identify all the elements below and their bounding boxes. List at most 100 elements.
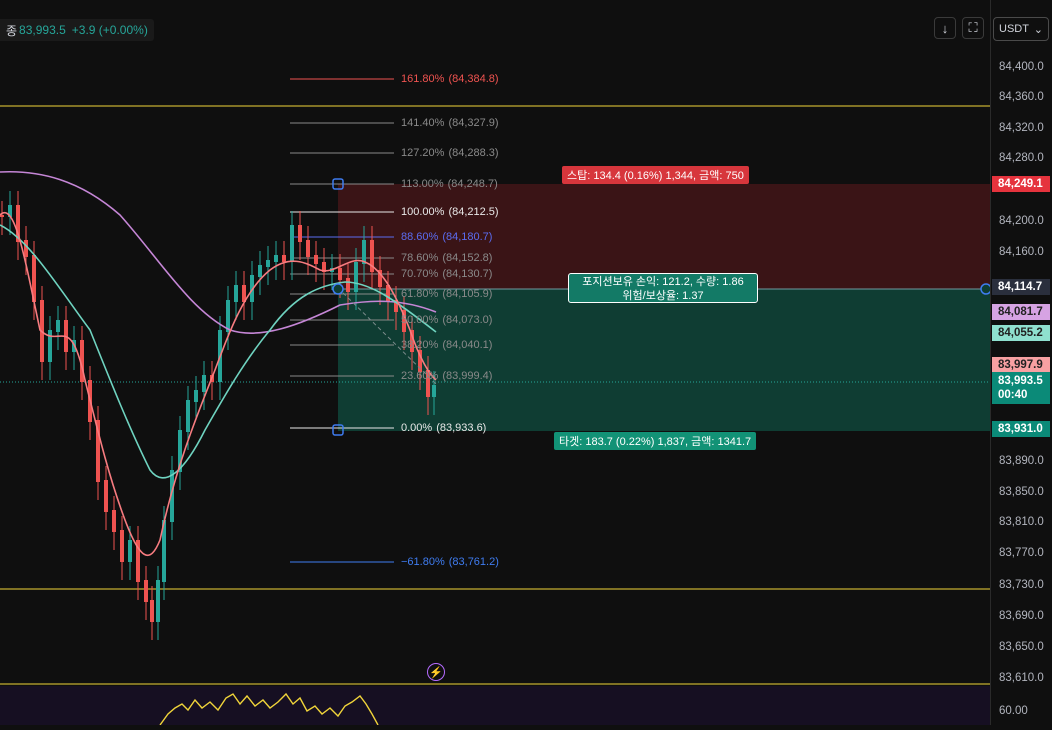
fib-price: (84,212.5): [448, 206, 499, 218]
ma-teal-price-label: 84,055.2: [992, 325, 1050, 341]
fib-pct: 23.60%: [401, 370, 439, 382]
price-tick: 83,690.0: [999, 610, 1044, 622]
fib-level-label: 70.70% (84,130.7): [401, 268, 492, 280]
candle-body: [314, 255, 318, 264]
candle-body: [56, 320, 60, 332]
fullscreen-icon[interactable]: ⛶: [962, 17, 984, 39]
price-chart[interactable]: [0, 0, 990, 725]
close-label: 종: [6, 23, 18, 38]
candle-body: [306, 240, 310, 257]
candle-body: [144, 580, 148, 602]
fib-pct: −61.80%: [401, 556, 445, 568]
stop-label[interactable]: 스탑: 134.4 (0.16%) 1,344, 금액: 750: [562, 166, 749, 184]
candle-body: [290, 225, 294, 262]
last-price-value-axis: 83,993.5: [998, 375, 1043, 387]
fib-price: (83,761.2): [448, 556, 499, 568]
price-tick: 83,610.0: [999, 672, 1044, 684]
candle-body: [226, 300, 230, 332]
candle-body: [258, 265, 262, 277]
candle-body: [24, 240, 28, 257]
position-summary-box[interactable]: 포지션보유 손익: 121.2, 수량: 1.86 위험/보상율: 1.37: [568, 273, 758, 303]
price-tick: 84,400.0: [999, 61, 1044, 73]
download-icon[interactable]: ↓: [934, 17, 956, 39]
candle-body: [266, 260, 270, 267]
fib-level-label: 38.20% (84,040.1): [401, 339, 492, 351]
candle-body: [346, 278, 350, 292]
fib-level-label: 88.60% (84,180.7): [401, 231, 492, 243]
fib-price: (84,130.7): [442, 268, 493, 280]
fib-level-label: 141.40% (84,327.9): [401, 117, 499, 129]
fib-price: (84,105.9): [442, 288, 493, 300]
fib-price: (84,327.9): [448, 117, 499, 129]
candle-body: [274, 255, 278, 262]
price-tick: 84,160.0: [999, 246, 1044, 258]
fib-pct: 161.80%: [401, 73, 445, 85]
price-tick: 83,650.0: [999, 641, 1044, 653]
pnl-line: 포지션보유 손익: 121.2, 수량: 1.86: [582, 276, 744, 288]
risk-reward-line: 위험/보상율: 1.37: [622, 290, 704, 302]
price-axis[interactable]: 84,400.0 84,360.0 84,320.0 84,280.0 84,200.0…: [990, 0, 1052, 725]
fib-price: (83,999.4): [442, 370, 493, 382]
price-tick: 84,200.0: [999, 215, 1044, 227]
fib-level-label: 161.80% (84,384.8): [401, 73, 499, 85]
fib-pct: 0.00%: [401, 422, 433, 434]
candle-body: [156, 580, 160, 622]
target-zone: [338, 289, 990, 431]
target-price-label: 83,931.0: [992, 421, 1050, 437]
fib-pct: 61.80%: [401, 288, 439, 300]
change-value: +3.9 (+0.00%): [71, 23, 148, 37]
chevron-down-icon: ⌄: [1033, 23, 1043, 36]
last-price-label: 83,993.5 00:40: [992, 372, 1050, 404]
fib-price: (84,288.3): [448, 147, 499, 159]
fib-pct: 78.60%: [401, 252, 439, 264]
fib-pct: 141.40%: [401, 117, 445, 129]
fib-pct: 88.60%: [401, 231, 439, 243]
candle-body: [282, 255, 286, 262]
indicator-svg: [159, 692, 379, 726]
price-tick: 84,360.0: [999, 91, 1044, 103]
candle-body: [338, 268, 342, 280]
fib-price: (84,073.0): [442, 314, 493, 326]
ohlc-info: 종 83,993.5 +3.9 (+0.00%): [0, 19, 154, 41]
fib-price: (84,248.7): [447, 178, 498, 190]
lightning-icon[interactable]: ⚡: [427, 663, 445, 681]
indicator-line: [159, 692, 379, 726]
candle-body: [128, 540, 132, 562]
fib-level-label: −61.80% (83,761.2): [401, 556, 499, 568]
fib-price: (84,384.8): [448, 73, 499, 85]
candle-body: [194, 390, 198, 402]
candle-body: [112, 510, 116, 532]
fib-pct: 38.20%: [401, 339, 439, 351]
price-tick: 83,890.0: [999, 455, 1044, 467]
price-tick: 83,810.0: [999, 516, 1044, 528]
ma-red-price-label: 83,997.9: [992, 357, 1050, 373]
fib-level-label: 127.20% (84,288.3): [401, 147, 499, 159]
countdown-timer: 00:40: [998, 389, 1028, 401]
indicator-pane[interactable]: [0, 686, 990, 726]
ma-purple-price-label: 84,081.7: [992, 304, 1050, 320]
fib-level-label: 100.00% (84,212.5): [401, 206, 499, 218]
stop-price-label: 84,249.1: [992, 176, 1050, 192]
fib-level-label: 0.00% (83,933.6): [401, 422, 486, 434]
fib-price: (84,040.1): [442, 339, 493, 351]
entry-handle-right: [980, 283, 990, 295]
candle-body: [234, 285, 238, 302]
candle-body: [104, 480, 108, 512]
currency-select[interactable]: USDT ⌄: [993, 17, 1049, 41]
price-tick: 83,770.0: [999, 547, 1044, 559]
fib-pct: 100.00%: [401, 206, 445, 218]
candle-body: [354, 262, 358, 292]
candle-body: [298, 225, 302, 242]
price-tick: 83,730.0: [999, 579, 1044, 591]
candle-body: [432, 385, 436, 397]
chart-area[interactable]: 161.80% (84,384.8) 141.40% (84,327.9) 127.20…: [0, 0, 990, 726]
fib-level-label: 61.80% (84,105.9): [401, 288, 492, 300]
fib-price: (84,180.7): [442, 231, 493, 243]
target-label[interactable]: 타겟: 183.7 (0.22%) 1,837, 금액: 1341.7: [554, 432, 757, 450]
fib-level-label: 23.60% (83,999.4): [401, 370, 492, 382]
fib-pct: 127.20%: [401, 147, 445, 159]
entry-handle: [332, 283, 344, 295]
price-tick: 84,280.0: [999, 152, 1044, 164]
currency-select-value: USDT: [999, 23, 1029, 35]
last-price-value: 83,993.5: [19, 23, 66, 37]
